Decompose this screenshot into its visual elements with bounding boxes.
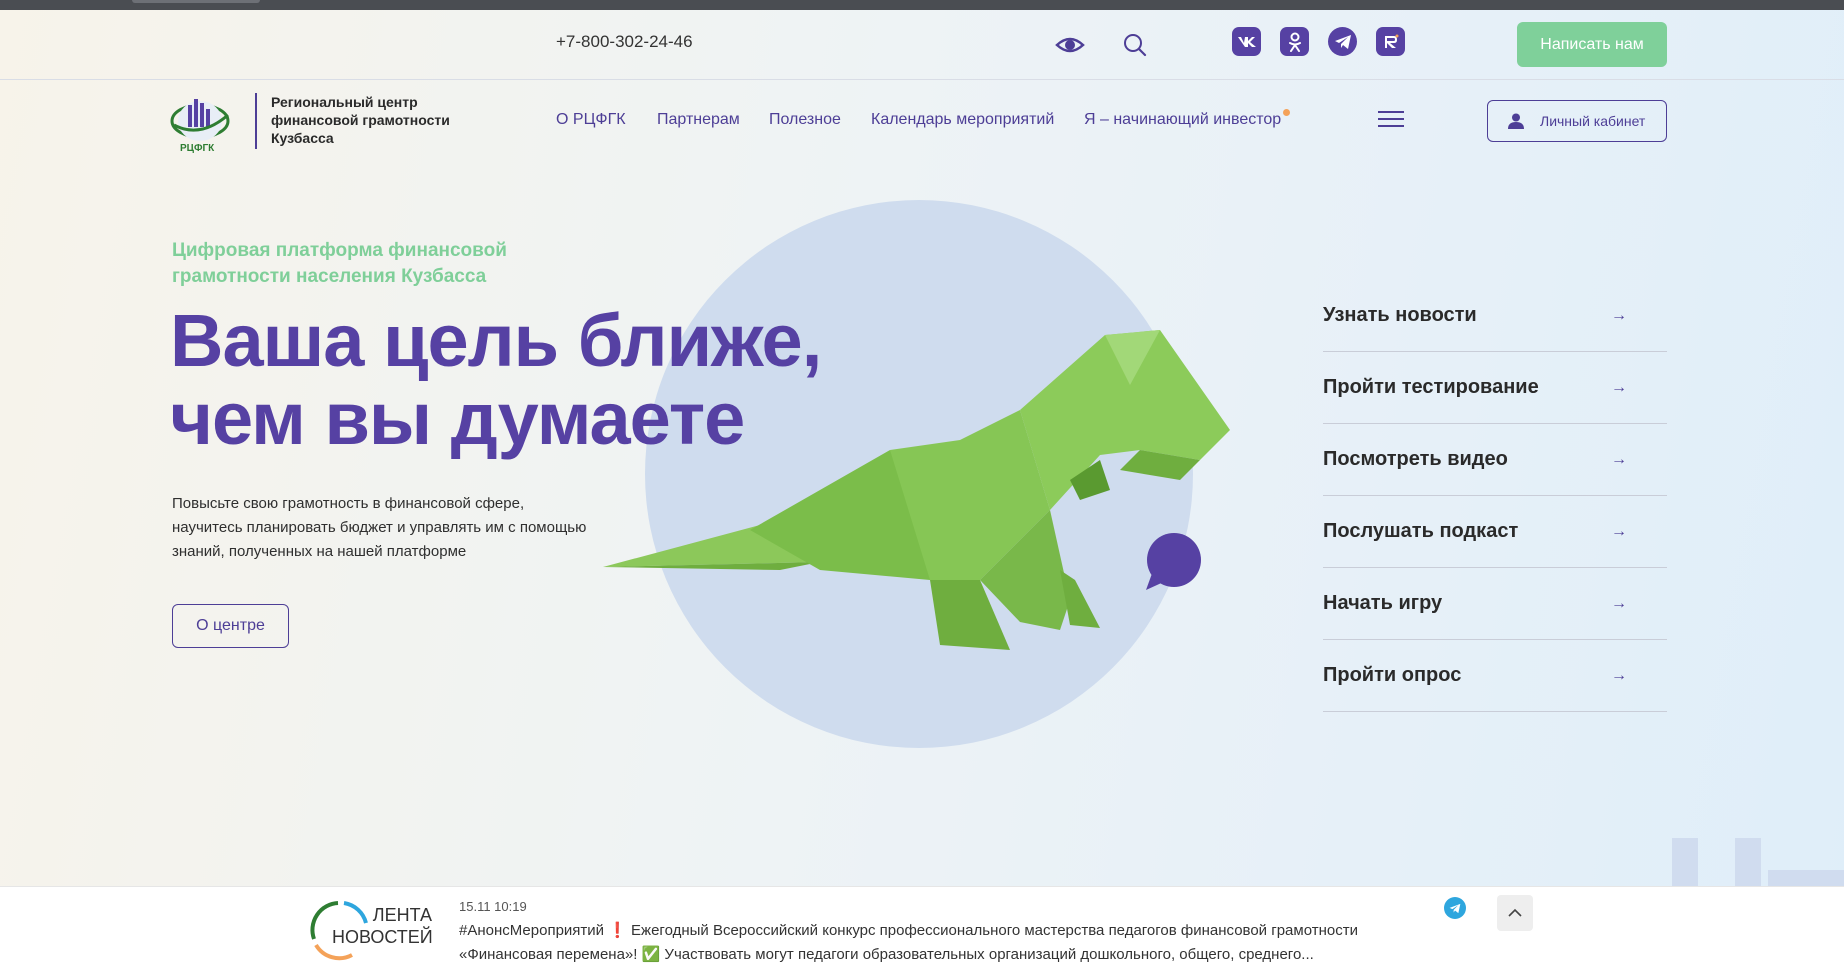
decorative-block (1735, 838, 1761, 886)
write-us-button[interactable]: Написать нам (1517, 22, 1667, 67)
about-center-button[interactable]: О центре (172, 604, 289, 648)
user-icon (1508, 113, 1524, 129)
odnoklassniki-icon[interactable] (1280, 27, 1309, 56)
logo-text: Региональный центр финансовой грамотност… (271, 94, 450, 146)
arrow-right-icon: → (1611, 666, 1627, 684)
quick-link-video[interactable]: Посмотреть видео → (1323, 424, 1667, 496)
personal-cabinet-label: Личный кабинет (1540, 113, 1646, 129)
arrow-right-icon: → (1611, 594, 1627, 612)
quick-link-game[interactable]: Начать игру → (1323, 568, 1667, 640)
chevron-up-icon[interactable] (1497, 895, 1533, 931)
logo-separator (255, 93, 257, 149)
decorative-block (1672, 838, 1698, 886)
quick-link-testing[interactable]: Пройти тестирование → (1323, 352, 1667, 424)
top-bar: +7-800-302-24-46 Написать нам (0, 10, 1844, 80)
hamburger-menu-icon[interactable] (1378, 111, 1404, 131)
rutube-icon[interactable] (1376, 27, 1405, 56)
nav-link-about[interactable]: О РЦФГК (556, 111, 626, 129)
news-feed-logo-text: ЛЕНТА НОВОСТЕЙ (332, 905, 433, 947)
arrow-right-icon: → (1611, 450, 1627, 468)
arrow-right-icon: → (1611, 522, 1627, 540)
main-navbar: РЦФГК Региональный центр финансовой грам… (0, 81, 1844, 161)
svg-text:РЦФГК: РЦФГК (180, 143, 215, 154)
quick-link-podcast[interactable]: Послушать подкаст → (1323, 496, 1667, 568)
nav-link-useful[interactable]: Полезное (769, 111, 841, 129)
news-timestamp: 15.11 10:19 (459, 899, 527, 914)
nav-link-events-calendar[interactable]: Календарь мероприятий (871, 111, 1054, 129)
arrow-right-icon: → (1611, 306, 1627, 324)
phone-number[interactable]: +7-800-302-24-46 (556, 32, 693, 52)
browser-top-strip (0, 0, 1844, 10)
decorative-block (1768, 870, 1844, 886)
new-indicator-dot (1283, 109, 1290, 116)
hero-description: Повысьте свою грамотность в финансовой с… (172, 495, 587, 560)
arrow-right-icon: → (1611, 378, 1627, 396)
search-icon[interactable] (1119, 29, 1151, 61)
eye-icon[interactable] (1054, 29, 1086, 61)
browser-tab-stub (132, 0, 260, 3)
quick-link-news[interactable]: Узнать новости → (1323, 280, 1667, 352)
nav-link-beginner-investor[interactable]: Я – начинающий инвестор (1084, 111, 1281, 129)
quick-links-menu: Узнать новости → Пройти тестирование → Пос… (1323, 280, 1667, 712)
news-text[interactable]: #АнонсМероприятий ❗ Ежегодный Всероссийс… (459, 919, 1419, 967)
vk-icon[interactable] (1232, 27, 1261, 56)
telegram-icon[interactable] (1328, 27, 1357, 56)
telegram-icon[interactable] (1444, 897, 1466, 919)
chat-bubble-icon[interactable] (1140, 532, 1202, 592)
rcfgk-logo-icon[interactable]: РЦФГК (170, 91, 232, 155)
quick-link-survey[interactable]: Пройти опрос → (1323, 640, 1667, 712)
hero-subtitle: Цифровая платформа финансовой грамотност… (172, 240, 507, 287)
nav-link-partners[interactable]: Партнерам (657, 111, 740, 129)
news-ticker: ЛЕНТА НОВОСТЕЙ 15.11 10:19 #АнонсМеропри… (0, 886, 1844, 968)
personal-cabinet-button[interactable]: Личный кабинет (1487, 100, 1667, 142)
origami-dinosaur-image (603, 330, 1230, 650)
